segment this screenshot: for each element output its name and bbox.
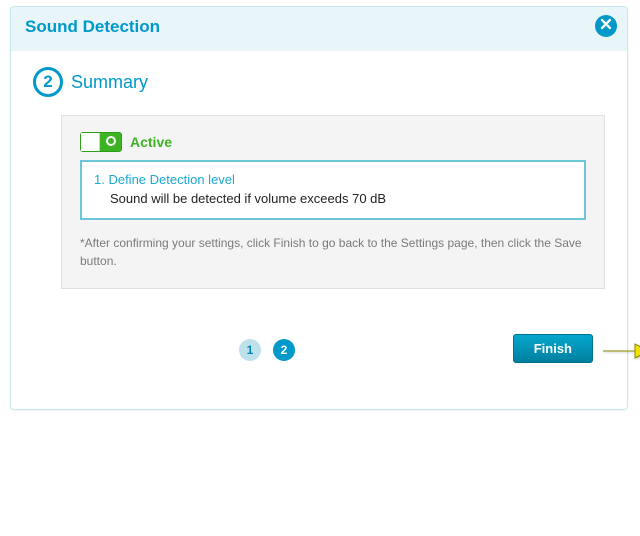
finish-button[interactable]: Finish [513,334,593,363]
dialog-header: Sound Detection [11,7,627,51]
summary-panel: Active 1. Define Detection level Sound w… [61,115,605,289]
close-icon [600,17,612,35]
instruction-note: *After confirming your settings, click F… [80,234,586,270]
status-label: Active [130,134,172,150]
active-toggle[interactable] [80,132,122,152]
close-button[interactable] [595,15,617,37]
step-header: 2 Summary [33,67,605,97]
status-row: Active [80,132,586,152]
dialog-title: Sound Detection [25,17,160,36]
pager-step-2[interactable]: 2 [273,339,295,361]
arrow-icon [601,340,640,367]
step-number-badge: 2 [33,67,63,97]
sound-detection-dialog: Sound Detection 2 Summary Active 1. Defi… [10,6,628,410]
detection-level-text: Sound will be detected if volume exceeds… [94,191,572,206]
dialog-content: 2 Summary Active 1. Define Detection lev… [11,51,627,409]
dialog-footer: 1 2 Finish [61,337,605,377]
detection-level-title: 1. Define Detection level [94,172,572,187]
step-title: Summary [71,72,148,93]
pager-step-1[interactable]: 1 [239,339,261,361]
step-pager: 1 2 [239,339,295,361]
detection-level-box: 1. Define Detection level Sound will be … [80,160,586,220]
